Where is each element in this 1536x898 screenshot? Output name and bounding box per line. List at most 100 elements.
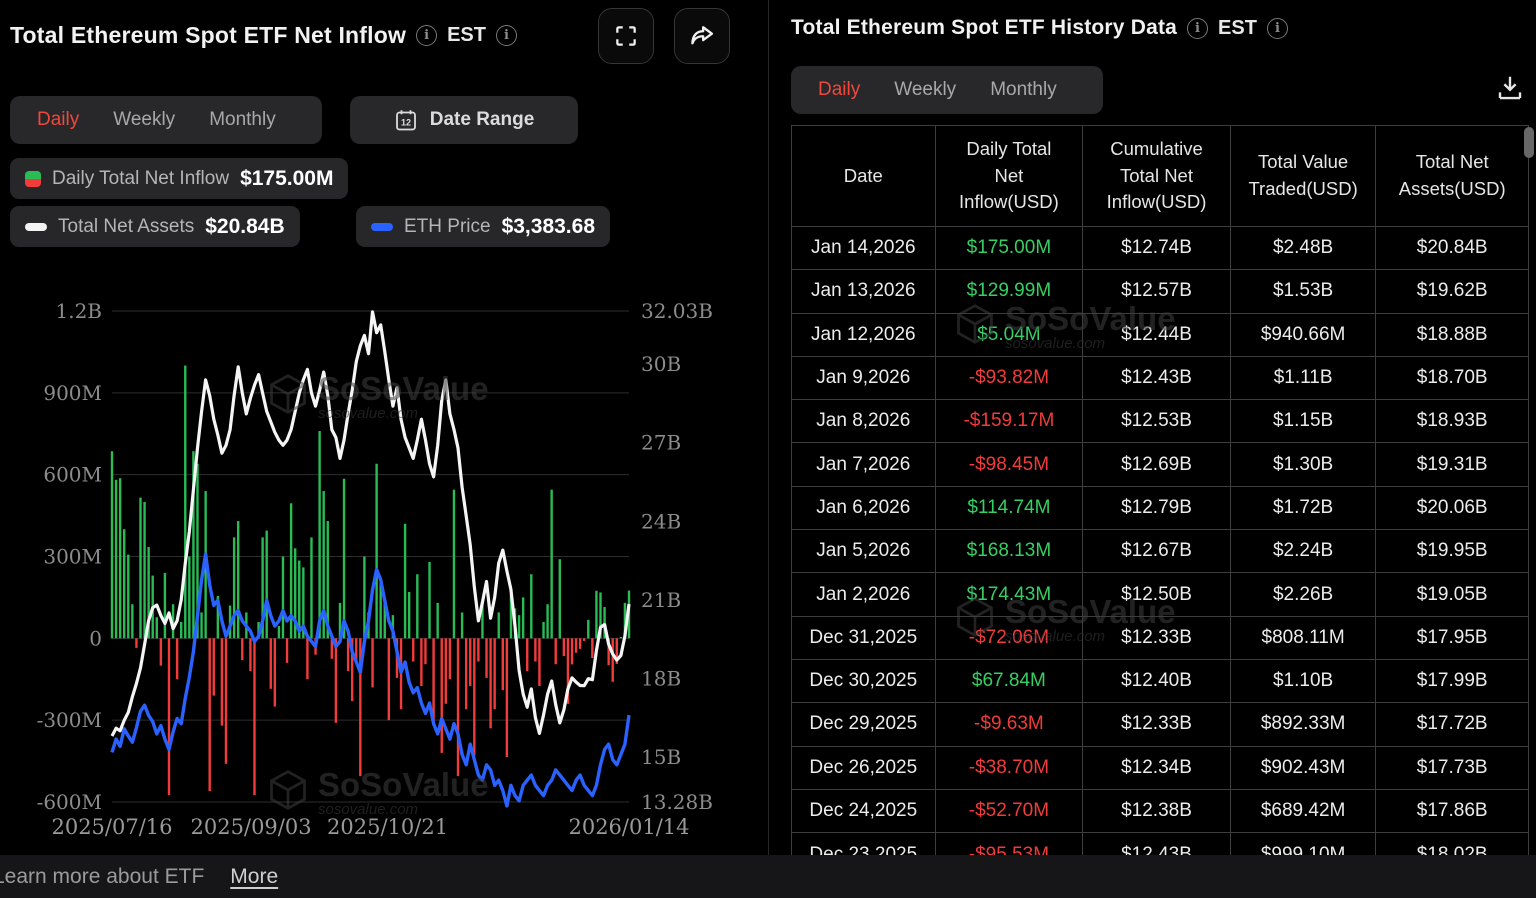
value-cell: $12.34B xyxy=(1083,747,1231,789)
info-icon[interactable]: i xyxy=(1267,18,1288,39)
value-cell: $5.04M xyxy=(936,314,1084,356)
info-icon[interactable]: i xyxy=(496,25,517,46)
value-cell: $19.95B xyxy=(1376,530,1528,572)
right-period-tabs: DailyWeeklyMonthly xyxy=(791,66,1103,114)
download-icon xyxy=(1495,73,1525,103)
x-axis-label: 2025/10/21 xyxy=(327,815,448,839)
value-cell: -$52.70M xyxy=(936,790,1084,832)
date-cell: Jan 2,2026 xyxy=(792,573,936,615)
inflow-bar xyxy=(404,524,406,639)
table-row[interactable]: Dec 26,2025-$38.70M$12.34B$902.43M$17.73… xyxy=(792,747,1528,790)
date-range-button[interactable]: 12 Date Range xyxy=(350,96,578,144)
table-row[interactable]: Jan 9,2026-$93.82M$12.43B$1.11B$18.70B xyxy=(792,357,1528,400)
table-title: Total Ethereum Spot ETF History Data xyxy=(791,16,1177,40)
left-period-tabs: DailyWeeklyMonthly xyxy=(10,96,322,144)
value-cell: $129.99M xyxy=(936,270,1084,312)
date-cell: Dec 24,2025 xyxy=(792,790,936,832)
date-cell: Jan 12,2026 xyxy=(792,314,936,356)
column-header: Daily Total Net Inflow(USD) xyxy=(936,126,1084,226)
svg-text:12: 12 xyxy=(401,118,411,128)
inflow-bar xyxy=(449,638,451,679)
left-axis-label: 900M xyxy=(43,381,102,405)
inflow-bar xyxy=(461,612,463,638)
info-icon[interactable]: i xyxy=(416,25,437,46)
date-cell: Jan 13,2026 xyxy=(792,270,936,312)
inflow-bar xyxy=(432,638,434,723)
inflow-bar xyxy=(115,480,117,638)
inflow-bar xyxy=(249,638,251,671)
left-axis-label: 300M xyxy=(43,545,102,569)
value-cell: $1.72B xyxy=(1231,487,1377,529)
table-row[interactable]: Jan 5,2026$168.13M$12.67B$2.24B$19.95B xyxy=(792,530,1528,573)
value-cell: $808.11M xyxy=(1231,617,1377,659)
table-row[interactable]: Jan 2,2026$174.43M$12.50B$2.26B$19.05B xyxy=(792,573,1528,616)
right-axis-label: 27B xyxy=(641,431,681,455)
value-cell: $19.05B xyxy=(1376,573,1528,615)
value-cell: -$9.63M xyxy=(936,703,1084,745)
inflow-bar xyxy=(221,638,223,725)
calendar-icon: 12 xyxy=(394,108,418,132)
inflow-bar xyxy=(469,638,471,686)
inflow-bar xyxy=(412,638,414,661)
value-cell: $114.74M xyxy=(936,487,1084,529)
value-cell: -$159.17M xyxy=(936,400,1084,442)
tab-daily[interactable]: Daily xyxy=(801,79,877,101)
info-icon[interactable]: i xyxy=(1187,18,1208,39)
table-row[interactable]: Dec 24,2025-$52.70M$12.38B$689.42M$17.86… xyxy=(792,790,1528,833)
legend-eth-price[interactable]: ETH Price $3,383.68 xyxy=(356,206,610,247)
table-row[interactable]: Dec 30,2025$67.84M$12.40B$1.10B$17.99B xyxy=(792,660,1528,703)
inflow-bar xyxy=(213,638,215,695)
inflow-bar xyxy=(477,638,479,661)
value-cell: $17.95B xyxy=(1376,617,1528,659)
value-cell: $67.84M xyxy=(936,660,1084,702)
fullscreen-button[interactable] xyxy=(598,8,654,64)
value-cell: $1.30B xyxy=(1231,443,1377,485)
footer-bar: Learn more about ETF More xyxy=(0,855,1536,898)
table-row[interactable]: Jan 14,2026$175.00M$12.74B$2.48B$20.84B xyxy=(792,227,1528,270)
inflow-bar xyxy=(123,529,125,638)
inflow-bar xyxy=(534,638,536,661)
inflow-bar xyxy=(420,638,422,686)
table-row[interactable]: Dec 29,2025-$9.63M$12.33B$892.33M$17.72B xyxy=(792,703,1528,746)
inflow-bar xyxy=(160,638,162,665)
table-row[interactable]: Jan 8,2026-$159.17M$12.53B$1.15B$18.93B xyxy=(792,400,1528,443)
table-row[interactable]: Jan 6,2026$114.74M$12.79B$1.72B$20.06B xyxy=(792,487,1528,530)
legend-value: $20.84B xyxy=(205,215,284,239)
net-inflow-chart[interactable]: 1.2B900M600M300M0-300M-600M32.03B30B27B2… xyxy=(0,270,768,855)
value-cell: $17.73B xyxy=(1376,747,1528,789)
legend-daily-net-inflow[interactable]: Daily Total Net Inflow $175.00M xyxy=(10,158,348,199)
inflow-bar xyxy=(522,597,524,638)
value-cell: -$98.45M xyxy=(936,443,1084,485)
tab-monthly[interactable]: Monthly xyxy=(192,109,293,131)
column-header: Cumulative Total Net Inflow(USD) xyxy=(1083,126,1231,226)
inflow-bar xyxy=(612,638,614,681)
table-scrollbar[interactable] xyxy=(1524,127,1534,158)
value-cell: $902.43M xyxy=(1231,747,1377,789)
legend-label: ETH Price xyxy=(404,216,491,238)
footer-more-link[interactable]: More xyxy=(230,865,278,889)
inflow-bar xyxy=(253,638,255,795)
date-cell: Jan 8,2026 xyxy=(792,400,936,442)
value-cell: $12.43B xyxy=(1083,357,1231,399)
value-cell: -$93.82M xyxy=(936,357,1084,399)
inflow-bar xyxy=(526,638,528,671)
tab-weekly[interactable]: Weekly xyxy=(96,109,192,131)
value-cell: -$38.70M xyxy=(936,747,1084,789)
inflow-bar xyxy=(265,531,267,639)
right-axis-label: 30B xyxy=(641,352,681,376)
table-row[interactable]: Jan 7,2026-$98.45M$12.69B$1.30B$19.31B xyxy=(792,443,1528,486)
tab-monthly[interactable]: Monthly xyxy=(973,79,1074,101)
table-row[interactable]: Dec 31,2025-$72.06M$12.33B$808.11M$17.95… xyxy=(792,617,1528,660)
share-button[interactable] xyxy=(674,8,730,64)
table-row[interactable]: Jan 12,2026$5.04M$12.44B$940.66M$18.88B xyxy=(792,314,1528,357)
table-row[interactable]: Jan 13,2026$129.99M$12.57B$1.53B$19.62B xyxy=(792,270,1528,313)
legend-label: Total Net Assets xyxy=(58,216,194,238)
x-axis-label: 2025/09/03 xyxy=(191,815,312,839)
tab-daily[interactable]: Daily xyxy=(20,109,96,131)
tab-weekly[interactable]: Weekly xyxy=(877,79,973,101)
value-cell: $12.69B xyxy=(1083,443,1231,485)
download-button[interactable] xyxy=(1492,70,1528,106)
inflow-bar xyxy=(436,603,438,638)
legend-total-net-assets[interactable]: Total Net Assets $20.84B xyxy=(10,206,300,247)
history-table: DateDaily Total Net Inflow(USD)Cumulativ… xyxy=(791,125,1529,877)
